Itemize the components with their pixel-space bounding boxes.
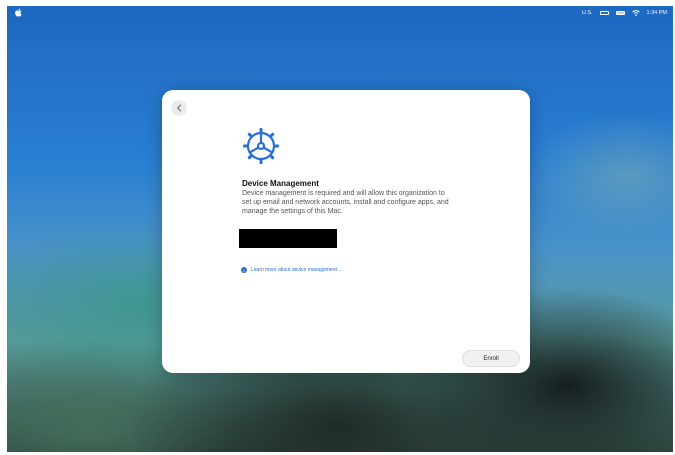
- desktop: U.S. 1:34 PM Device Management Device ma…: [7, 6, 673, 452]
- redacted-block: [239, 229, 337, 248]
- chevron-left-icon: [176, 104, 182, 112]
- info-icon: i: [241, 267, 247, 273]
- battery-icon[interactable]: [615, 11, 625, 15]
- learn-more-link[interactable]: i Learn more about device management…: [241, 267, 342, 273]
- status-area: U.S. 1:34 PM: [582, 6, 667, 20]
- dialog-description: Device management is required and will a…: [242, 190, 449, 215]
- enroll-button[interactable]: Enroll: [462, 350, 520, 367]
- back-button[interactable]: [171, 100, 187, 116]
- wifi-icon[interactable]: [631, 10, 640, 16]
- gear-icon: [243, 128, 279, 164]
- flag-icon[interactable]: [599, 11, 609, 15]
- dialog-title: Device Management: [242, 179, 319, 188]
- keyboard-layout[interactable]: U.S.: [582, 10, 593, 16]
- enroll-label: Enroll: [483, 355, 499, 362]
- menu-bar: U.S. 1:34 PM: [7, 6, 673, 20]
- learn-more-label: Learn more about device management…: [251, 267, 342, 273]
- device-management-dialog: Device Management Device management is r…: [162, 90, 530, 373]
- clock[interactable]: 1:34 PM: [647, 10, 667, 16]
- apple-icon[interactable]: [15, 8, 23, 17]
